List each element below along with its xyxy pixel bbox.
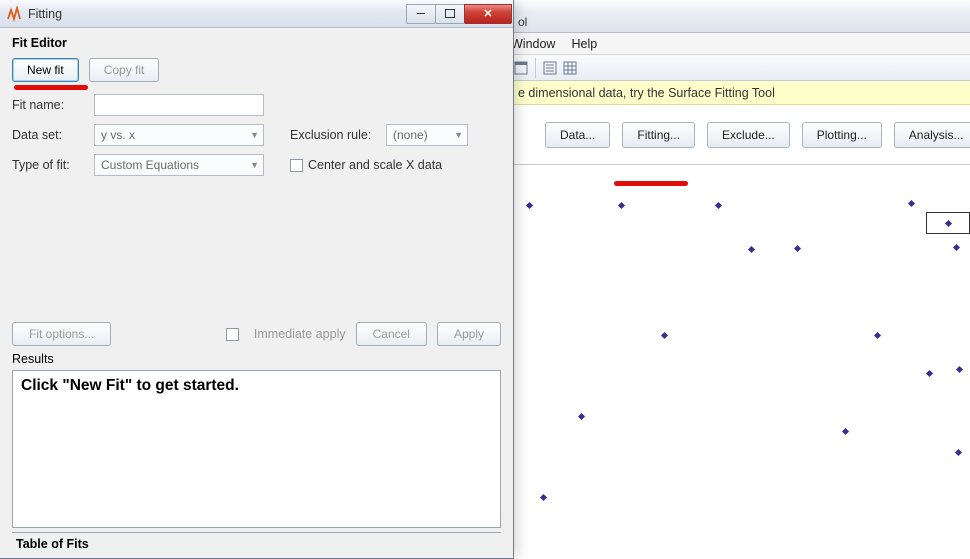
immediate-checkbox[interactable]: [226, 328, 239, 341]
chevron-down-icon: ▼: [250, 130, 259, 140]
menu-window[interactable]: Window: [511, 37, 555, 51]
fitting-dialog: Fitting Fit Editor New fit Copy fit Fit …: [0, 0, 514, 559]
exclude-button[interactable]: Exclude...: [707, 122, 790, 148]
legend-icon[interactable]: [540, 58, 560, 78]
app-icon: [6, 6, 22, 22]
dialog-titlebar[interactable]: Fitting: [0, 0, 513, 28]
data-set-value: y vs. x: [101, 128, 135, 142]
results-label: Results: [12, 352, 501, 366]
chevron-down-icon: ▼: [250, 160, 259, 170]
grid-icon[interactable]: [560, 58, 580, 78]
close-button[interactable]: [464, 4, 512, 24]
exclusion-select[interactable]: (none) ▼: [386, 124, 468, 146]
exclusion-value: (none): [393, 128, 428, 142]
apply-button[interactable]: Apply: [437, 322, 501, 346]
fit-options-button[interactable]: Fit options...: [12, 322, 111, 346]
toolbar-separator: [535, 58, 536, 78]
window-controls: [407, 4, 512, 24]
fit-editor-label: Fit Editor: [12, 36, 501, 50]
plot-area[interactable]: [514, 165, 970, 559]
maximize-button[interactable]: [435, 4, 465, 24]
data-set-label: Data set:: [12, 128, 94, 142]
data-point: [944, 219, 951, 226]
immediate-label: Immediate apply: [254, 327, 346, 341]
analysis-button[interactable]: Analysis...: [894, 122, 970, 148]
chevron-down-icon: ▼: [454, 130, 463, 140]
menu-help[interactable]: Help: [571, 37, 597, 51]
center-label: Center and scale X data: [308, 158, 442, 172]
results-text: Click "New Fit" to get started.: [21, 377, 239, 394]
results-box: Click "New Fit" to get started.: [12, 370, 501, 528]
cancel-button[interactable]: Cancel: [356, 322, 427, 346]
table-of-fits-label: Table of Fits: [12, 532, 501, 555]
fitting-button[interactable]: Fitting...: [622, 122, 695, 148]
dialog-title: Fitting: [28, 7, 62, 21]
legend-box[interactable]: [926, 212, 970, 234]
minimize-button[interactable]: [406, 4, 436, 24]
new-fit-button[interactable]: New fit: [12, 58, 79, 82]
info-text: e dimensional data, try the Surface Fitt…: [518, 86, 775, 100]
data-set-select[interactable]: y vs. x ▼: [94, 124, 264, 146]
type-select[interactable]: Custom Equations ▼: [94, 154, 264, 176]
copy-fit-button[interactable]: Copy fit: [89, 58, 160, 82]
exclusion-label: Exclusion rule:: [290, 128, 386, 142]
fit-name-label: Fit name:: [12, 98, 94, 112]
annotation-underline: [614, 181, 688, 186]
type-value: Custom Equations: [101, 158, 199, 172]
type-label: Type of fit:: [12, 158, 94, 172]
toolbar-icon[interactable]: [511, 58, 531, 78]
main-window-title: ol: [518, 15, 527, 29]
plotting-button[interactable]: Plotting...: [802, 122, 882, 148]
center-checkbox[interactable]: [290, 159, 303, 172]
data-button[interactable]: Data...: [545, 122, 610, 148]
fit-name-input[interactable]: [94, 94, 264, 116]
